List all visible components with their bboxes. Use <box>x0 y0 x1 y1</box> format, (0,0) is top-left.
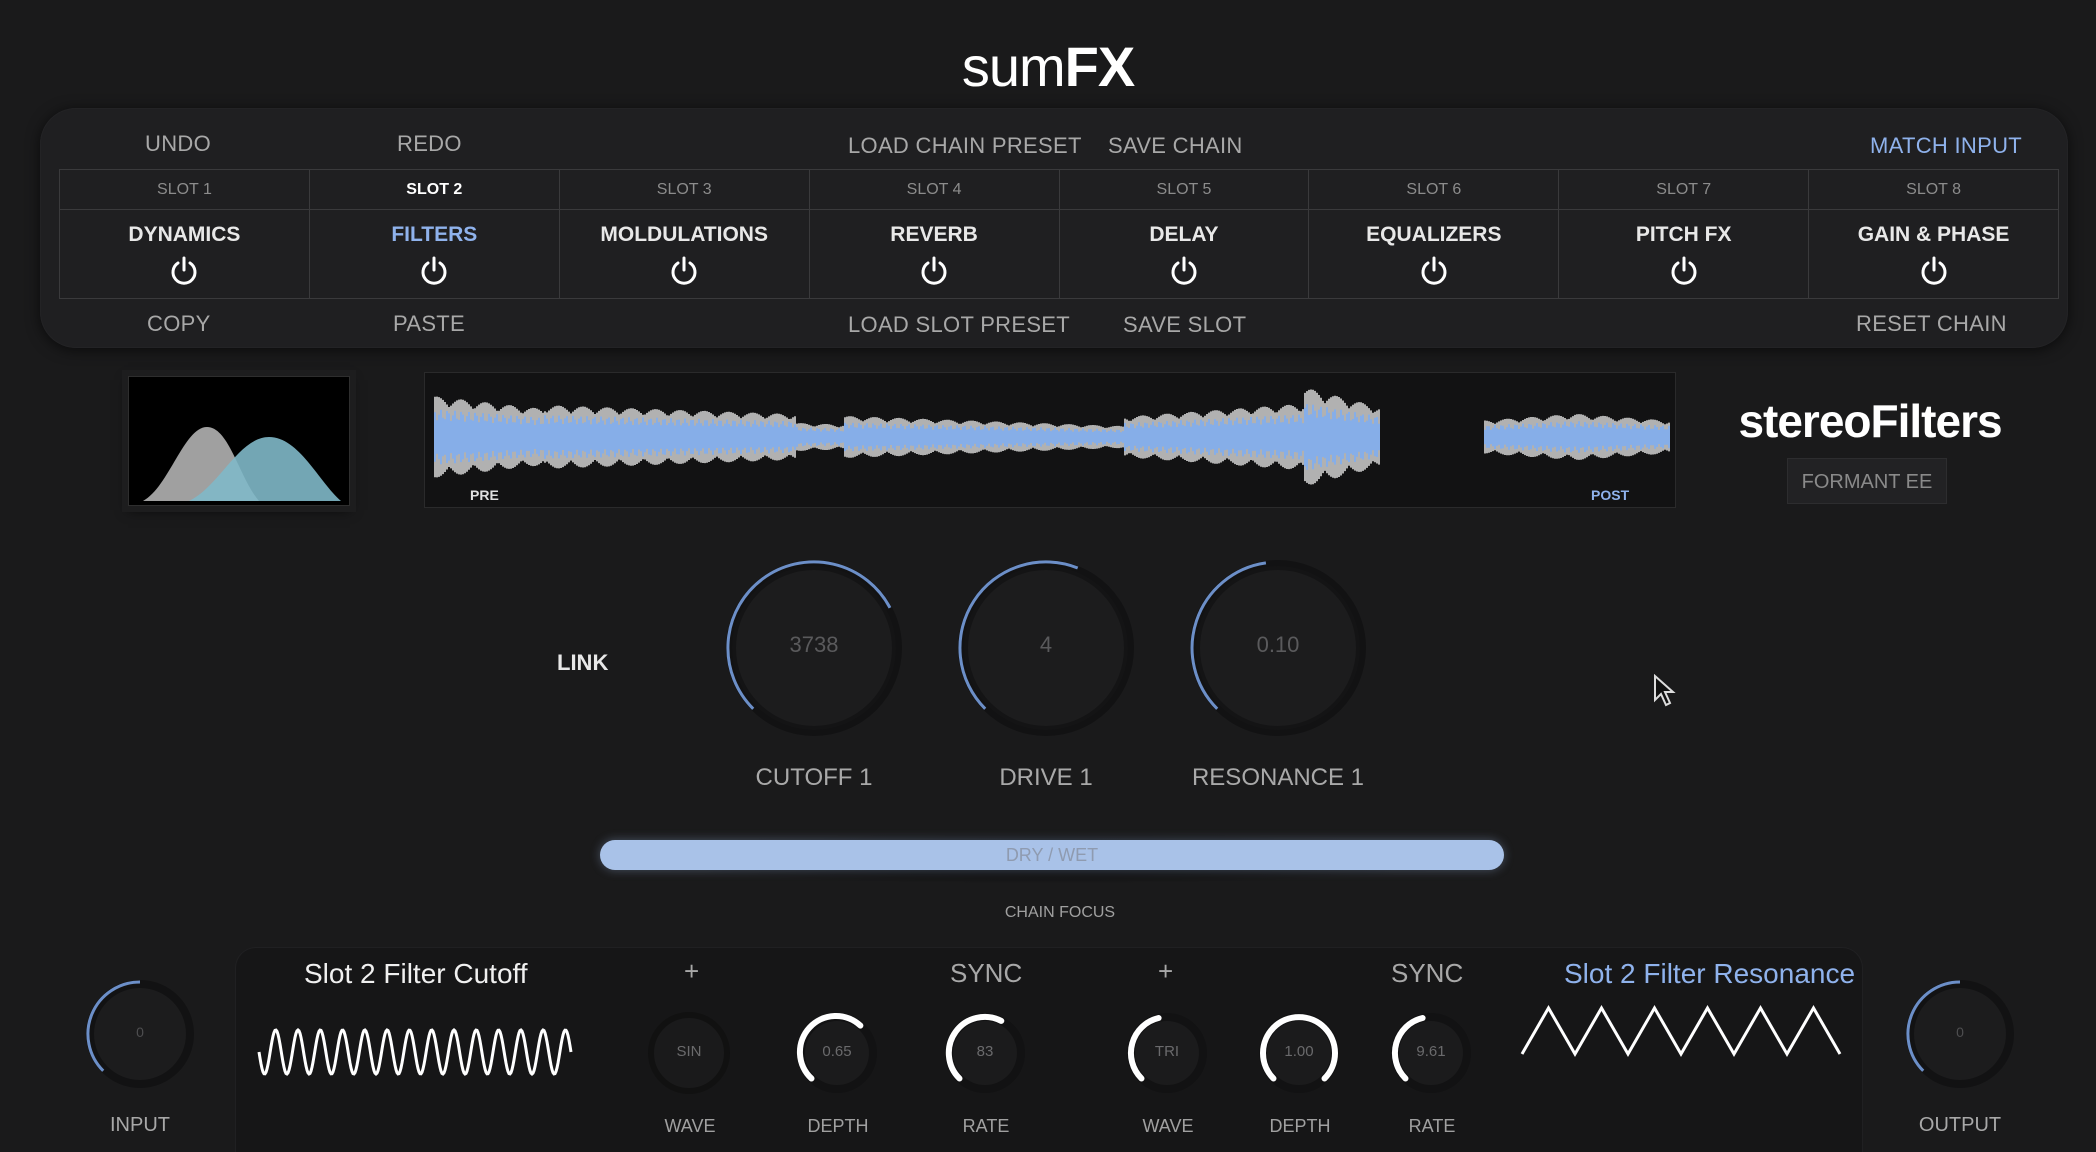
right-rate-value: 9.61 <box>1416 1043 1446 1060</box>
slot-label: SLOT 2 <box>309 170 559 210</box>
left-sync-button[interactable]: SYNC <box>950 958 1022 989</box>
app-logo: sumFX <box>0 34 2096 99</box>
left-wave-knob[interactable]: SIN <box>646 1010 732 1101</box>
input-knob[interactable]: 0 <box>82 976 198 1097</box>
left-wave-caption: WAVE <box>664 1116 716 1136</box>
power-icon[interactable] <box>668 255 700 287</box>
slot-8[interactable]: SLOT 8 GAIN & PHASE <box>1809 170 2058 298</box>
waveform-graph <box>434 389 1670 485</box>
output-value: 0 <box>1956 1024 1964 1040</box>
right-rate-knob[interactable]: 9.61 <box>1388 1010 1474 1101</box>
left-mod-title: Slot 2 Filter Cutoff <box>304 958 528 989</box>
left-add-button[interactable]: + <box>684 956 699 987</box>
right-add-button[interactable]: + <box>1158 956 1173 987</box>
power-icon[interactable] <box>1418 255 1450 287</box>
right-wave-caption: WAVE <box>1142 1116 1194 1136</box>
slot-label: SLOT 5 <box>1059 170 1309 210</box>
resonance-value: 0.10 <box>1256 632 1300 657</box>
match-input-button[interactable]: MATCH INPUT <box>1870 133 2022 159</box>
left-rate-caption: RATE <box>962 1116 1010 1136</box>
right-sync-button[interactable]: SYNC <box>1391 958 1463 989</box>
slot-7[interactable]: SLOT 7 PITCH FX <box>1559 170 1810 298</box>
right-depth-caption: DEPTH <box>1269 1116 1331 1136</box>
resonance-caption: RESONANCE 1 <box>1191 764 1365 791</box>
power-icon[interactable] <box>1668 255 1700 287</box>
cutoff-value: 3738 <box>789 632 839 657</box>
slot-effect-name: GAIN & PHASE <box>1857 223 2010 246</box>
chain-focus-label: CHAIN FOCUS <box>1004 904 1116 921</box>
slot-effect-name: MOLDULATIONS <box>600 223 768 246</box>
slot-label: SLOT 8 <box>1809 170 2058 210</box>
pre-label: PRE <box>470 487 499 503</box>
mouse-cursor-icon <box>1654 674 1676 707</box>
slot-effect-name: DYNAMICS <box>128 223 241 246</box>
slot-strip: SLOT 1 DYNAMICS SLOT 2 FILTERS SLOT 3 MOLDULA… <box>59 169 2059 299</box>
slot-effect-name: DELAY <box>1149 223 1219 246</box>
left-depth-caption: DEPTH <box>807 1116 869 1136</box>
preset-selector[interactable]: FORMANT EE <box>1787 458 1947 504</box>
left-depth-value: 0.65 <box>822 1043 852 1060</box>
right-wave-knob[interactable]: TRI <box>1124 1010 1210 1101</box>
right-depth-value: 1.00 <box>1284 1043 1314 1060</box>
save-chain-button[interactable]: SAVE CHAIN <box>1108 133 1243 159</box>
left-rate-value: 83 <box>976 1043 994 1060</box>
slot-effect-name: PITCH FX <box>1635 223 1732 246</box>
input-caption: INPUT <box>110 1114 170 1136</box>
spectrum-display[interactable] <box>128 376 350 506</box>
redo-button[interactable]: REDO <box>397 131 462 157</box>
power-icon[interactable] <box>1168 255 1200 287</box>
waveform-display: PRE POST <box>424 372 1676 508</box>
right-depth-knob[interactable]: 1.00 <box>1256 1010 1342 1101</box>
load-slot-preset-button[interactable]: LOAD SLOT PRESET <box>848 312 1070 338</box>
reset-chain-button[interactable]: RESET CHAIN <box>1856 311 2007 337</box>
logo-prefix: sum <box>961 35 1066 98</box>
link-toggle[interactable]: LINK <box>557 650 608 676</box>
resonance-knob[interactable]: 0.10 <box>1186 556 1370 745</box>
left-depth-knob[interactable]: 0.65 <box>794 1010 880 1101</box>
logo-suffix: FX <box>1064 35 1136 98</box>
dry-wet-slider[interactable]: DRY / WET <box>600 840 1504 870</box>
post-label: POST <box>1591 487 1630 503</box>
cutoff-knob[interactable]: 3738 <box>722 556 906 745</box>
output-caption: OUTPUT <box>1918 1114 2002 1136</box>
triangle-wave-preview <box>1520 1004 1842 1058</box>
drive-knob[interactable]: 4 <box>954 556 1138 745</box>
slot-3[interactable]: SLOT 3 MOLDULATIONS <box>559 170 810 298</box>
drive-caption: DRIVE 1 <box>999 764 1093 791</box>
slot-label: SLOT 3 <box>559 170 809 210</box>
output-knob[interactable]: 0 <box>1902 976 2018 1097</box>
power-icon[interactable] <box>168 255 200 287</box>
slot-5[interactable]: SLOT 5 DELAY <box>1059 170 1310 298</box>
drive-value: 4 <box>1039 632 1053 657</box>
left-wave-value: SIN <box>676 1043 702 1060</box>
right-wave-value: TRI <box>1154 1043 1180 1060</box>
slot-label: SLOT 7 <box>1559 170 1809 210</box>
slot-2[interactable]: SLOT 2 FILTERS <box>309 170 560 298</box>
slot-label: SLOT 6 <box>1309 170 1559 210</box>
right-mod-title: Slot 2 Filter Resonance <box>1564 958 1856 989</box>
copy-button[interactable]: COPY <box>147 311 211 337</box>
paste-button[interactable]: PASTE <box>393 311 465 337</box>
power-icon[interactable] <box>418 255 450 287</box>
slot-effect-name: FILTERS <box>391 223 478 246</box>
sine-wave-preview <box>257 1027 573 1077</box>
slot-label: SLOT 4 <box>809 170 1059 210</box>
right-rate-caption: RATE <box>1408 1116 1456 1136</box>
slot-effect-name: REVERB <box>890 223 978 246</box>
module-title: stereoFilters <box>1738 395 2002 447</box>
cutoff-caption: CUTOFF 1 <box>755 764 873 791</box>
slot-1[interactable]: SLOT 1 DYNAMICS <box>60 170 310 298</box>
left-rate-knob[interactable]: 83 <box>942 1010 1028 1101</box>
undo-button[interactable]: UNDO <box>145 131 211 157</box>
power-icon[interactable] <box>1918 255 1950 287</box>
spectrum-curves <box>143 427 341 501</box>
slot-label: SLOT 1 <box>60 170 309 210</box>
slot-4[interactable]: SLOT 4 REVERB <box>809 170 1060 298</box>
slot-effect-name: EQUALIZERS <box>1366 223 1502 246</box>
input-value: 0 <box>136 1024 144 1040</box>
load-chain-preset-button[interactable]: LOAD CHAIN PRESET <box>848 133 1082 159</box>
save-slot-button[interactable]: SAVE SLOT <box>1123 312 1246 338</box>
power-icon[interactable] <box>918 255 950 287</box>
slot-6[interactable]: SLOT 6 EQUALIZERS <box>1309 170 1560 298</box>
